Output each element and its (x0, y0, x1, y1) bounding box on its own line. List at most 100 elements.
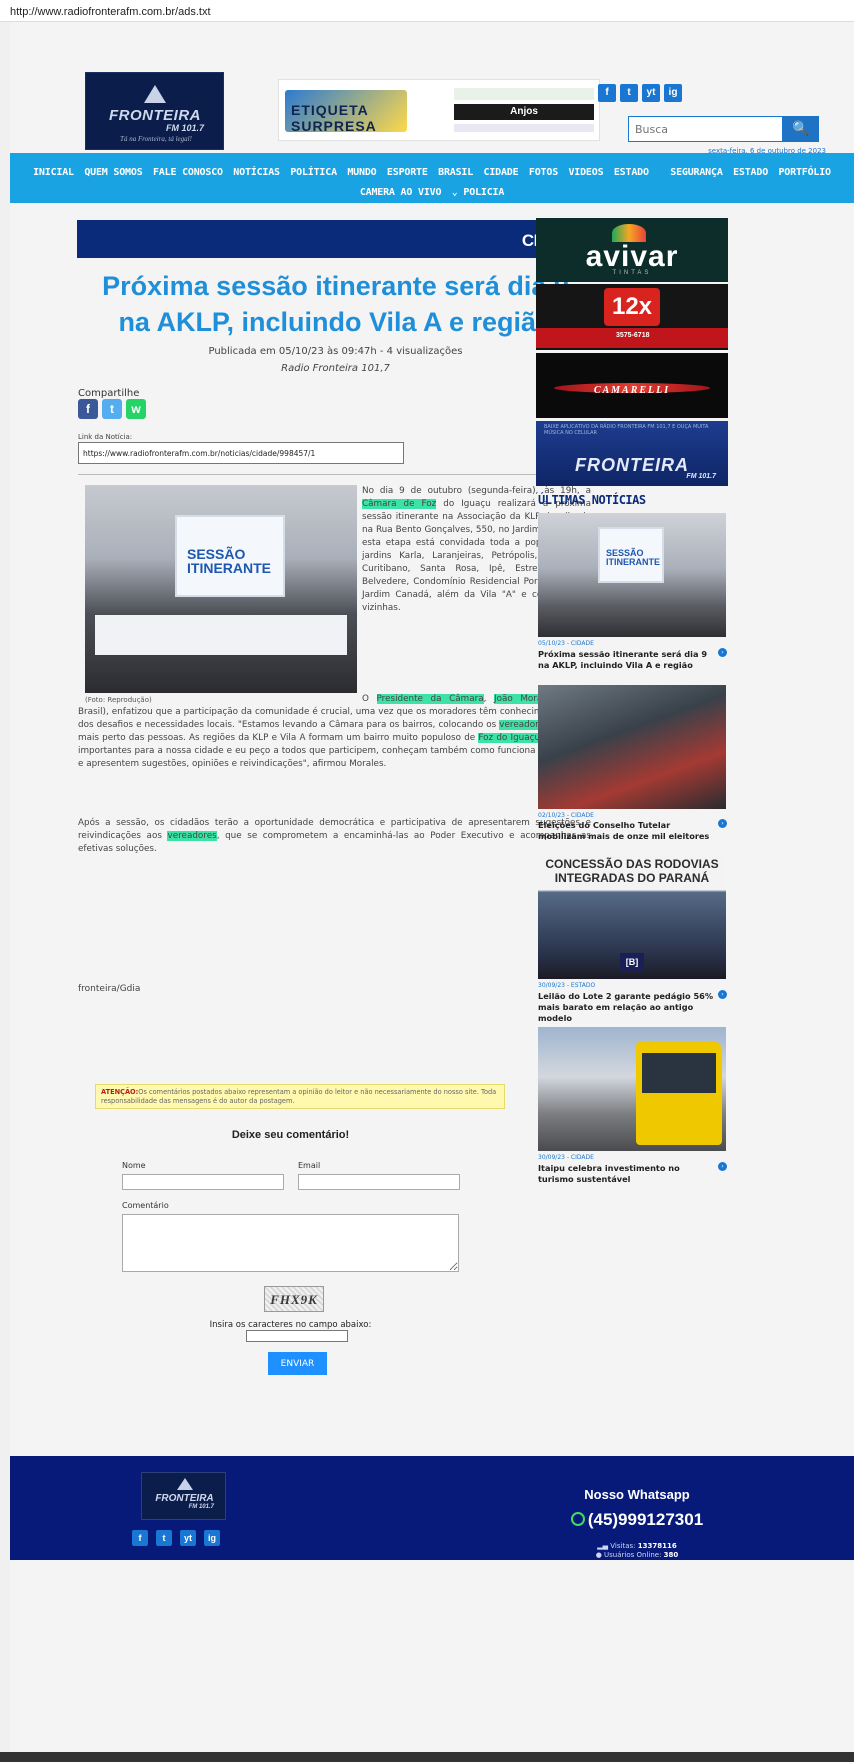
nav-row-2: CAMERA AO VIVO ⌄ POLICIA (10, 182, 854, 200)
footer-facebook-icon[interactable]: f (132, 1530, 148, 1546)
chart-icon: ▂▄ (597, 1542, 611, 1550)
email-field[interactable] (298, 1174, 460, 1190)
chevron-right-icon[interactable]: › (718, 1162, 727, 1171)
whatsapp-heading: Nosso Whatsapp (584, 1487, 690, 1502)
send-button[interactable]: ENVIAR (268, 1352, 327, 1375)
ad-avivar[interactable]: avivar TINTAS (536, 218, 728, 282)
nav-politica[interactable]: POLÍTICA (290, 167, 337, 178)
ad-grafica-big: 12x (604, 288, 660, 326)
logo-triangle-icon (177, 1478, 193, 1490)
nav-quem-somos[interactable]: QUEM SOMOS (84, 167, 142, 178)
visits-line: ▂▄ Visitas: 13378116 (597, 1542, 677, 1550)
nav-policia[interactable]: ⌄ POLICIA (452, 187, 505, 198)
ad-car-name: CAMARELLI (593, 385, 671, 396)
logo-fm: FM 101.7 (165, 123, 204, 133)
article-paragraph-3: Após a sessão, os cidadãos terão a oport… (78, 818, 591, 854)
news-1-screen-text: SESSÃO ITINERANTE (606, 548, 660, 567)
logo-name: FRONTEIRA (109, 107, 201, 124)
article-signoff: fronteira/Gdia (78, 984, 141, 994)
ad-radio-small-text: BAIXE APLICATIVO DA RÁDIO FRONTEIRA FM 1… (544, 424, 709, 436)
comment-form-title: Deixe seu comentário! (231, 1129, 350, 1141)
share-facebook-icon[interactable]: f (78, 399, 98, 419)
ad-car[interactable]: CAMARELLI (536, 353, 728, 418)
article-published: Publicada em 05/10/23 às 09:47h - 4 visu… (208, 346, 463, 357)
header-banner-ad[interactable]: ETIQUETA SURPRESA Anjos (278, 79, 600, 141)
youtube-icon[interactable]: yt (642, 84, 660, 102)
facebook-icon[interactable]: f (598, 84, 616, 102)
nav-fotos[interactable]: FOTOS (529, 167, 558, 178)
nav-cidade[interactable]: CIDADE (484, 167, 519, 178)
nav-esporte[interactable]: ESPORTE (387, 167, 428, 178)
nav-mundo[interactable]: MUNDO (347, 167, 376, 178)
article-link-input[interactable] (78, 442, 404, 464)
footer-instagram-icon[interactable]: ig (204, 1530, 220, 1546)
search-input[interactable] (628, 116, 783, 142)
comment-warning: ATENÇÃO:Os comentários postados abaixo r… (95, 1084, 505, 1109)
news-title-1[interactable]: Próxima sessão itinerante será dia 9 na … (538, 649, 714, 671)
ad-avivar-name: avivar (585, 240, 679, 273)
comment-textarea[interactable] (122, 1214, 459, 1272)
photo-table (95, 615, 347, 655)
footer-youtube-icon[interactable]: yt (180, 1530, 196, 1546)
news-title-2[interactable]: Eleições do Conselho Tutelar mobilizam m… (538, 820, 714, 842)
news-title-4[interactable]: Itaipu celebra investimento no turismo s… (538, 1163, 714, 1185)
news-meta-4: 30/09/23 - CIDADE (538, 1154, 594, 1161)
footer-logo[interactable]: FRONTEIRA FM 101.7 (141, 1472, 226, 1520)
banner-right: Anjos (454, 88, 594, 134)
divider (78, 474, 591, 475)
url-bar: http://www.radiofronterafm.com.br/ads.tx… (0, 0, 854, 22)
article-author: Radio Fronteira 101,7 (281, 363, 390, 374)
link-camara-de-foz[interactable]: Câmara de Foz (362, 499, 437, 509)
nav-camera-ao-vivo[interactable]: CAMERA AO VIVO (360, 187, 442, 198)
banner-left: ETIQUETA SURPRESA (285, 90, 407, 134)
chevron-right-icon[interactable]: › (718, 819, 727, 828)
whatsapp-number[interactable]: (45)999127301 (534, 1510, 740, 1530)
article-photo: SESSÃO ITINERANTE (85, 485, 357, 693)
article-paragraph-2: O Presidente da Câmara, João Morales (Un… (78, 694, 591, 769)
nav-fale-conosco[interactable]: FALE CONOSCO (153, 167, 223, 178)
link-presidente-da-camara[interactable]: Presidente da Câmara (376, 694, 484, 704)
comment-warning-text: Os comentários postados abaixo represent… (101, 1088, 497, 1105)
footer-twitter-icon[interactable]: t (156, 1530, 172, 1546)
nav-policia-label: POLICIA (463, 187, 505, 198)
nav-portfolio[interactable]: PORTFÓLIO (778, 167, 831, 178)
search-button[interactable]: 🔍 (783, 116, 819, 142)
site-stats: ▂▄ Visitas: 13378116 ● Usuários Online: … (550, 1542, 724, 1560)
nav-estado-2[interactable]: ESTADO (733, 167, 768, 178)
visits-count: 13378116 (637, 1542, 677, 1550)
category-bar: CIDADE (77, 220, 592, 258)
link-foz-do-iguacu[interactable]: Foz do Iguaçu (478, 733, 541, 743)
nav-noticias[interactable]: NOTÍCIAS (233, 167, 280, 178)
ad-radio-app[interactable]: BAIXE APLICATIVO DA RÁDIO FRONTEIRA FM 1… (536, 421, 728, 486)
online-count: 380 (663, 1551, 679, 1559)
nav-estado[interactable]: ESTADO (614, 167, 649, 178)
comment-warning-bold: ATENÇÃO: (101, 1088, 139, 1096)
captcha-input[interactable] (246, 1330, 348, 1342)
user-icon: ● (595, 1551, 605, 1559)
news-thumbnail-3[interactable]: CONCESSÃO DAS RODOVIAS INTEGRADAS DO PAR… (538, 855, 726, 979)
b3-logo: [B] (620, 953, 644, 971)
news-thumbnail-4[interactable] (538, 1027, 726, 1151)
ad-avivar-sub: TINTAS (612, 270, 652, 276)
news-meta-1: 05/10/23 - CIDADE (538, 640, 594, 647)
ad-grafica[interactable]: 12x 3575-6718 (536, 284, 728, 350)
share-whatsapp-icon[interactable]: w (126, 399, 146, 419)
nav-inicial[interactable]: INICIAL (33, 167, 74, 178)
name-field[interactable] (122, 1174, 284, 1190)
instagram-icon[interactable]: ig (664, 84, 682, 102)
chevron-right-icon[interactable]: › (718, 990, 727, 999)
photo-screen-text: SESSÃO ITINERANTE (187, 546, 271, 576)
news-thumbnail-1[interactable]: SESSÃO ITINERANTE (538, 513, 726, 637)
link-vereadores-2[interactable]: vereadores (167, 831, 217, 841)
chevron-right-icon[interactable]: › (718, 648, 727, 657)
site-logo[interactable]: FRONTEIRA FM 101.7 Tá na Fronteira, tá l… (85, 72, 224, 150)
nav-seguranca[interactable]: SEGURANÇA (670, 167, 723, 178)
twitter-icon[interactable]: t (620, 84, 638, 102)
banner-right-text: Anjos (454, 104, 594, 120)
share-twitter-icon[interactable]: t (102, 399, 122, 419)
news-thumbnail-2[interactable] (538, 685, 726, 809)
nav-videos[interactable]: VIDEOS (568, 167, 603, 178)
news-title-3[interactable]: Leilão do Lote 2 garante pedágio 56% mai… (538, 991, 714, 1024)
nav-brasil[interactable]: BRASIL (438, 167, 473, 178)
logo-slogan: Tá na Fronteira, tá legal! (120, 135, 192, 143)
